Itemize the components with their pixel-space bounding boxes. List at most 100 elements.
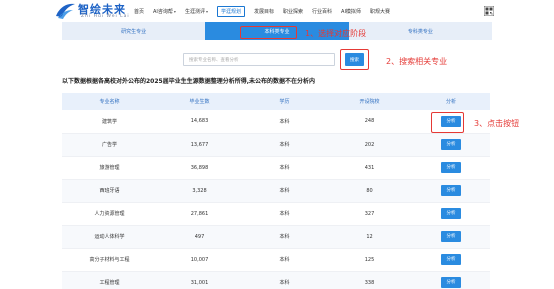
cell-degree: 本科 (242, 271, 327, 289)
tab-0[interactable]: 研究生专业 (62, 22, 205, 40)
logo-subtitle: Zhi Hui Wei Lai (81, 14, 130, 19)
cell-action: 分析 (412, 225, 490, 249)
analyze-button[interactable]: 分析 (441, 139, 461, 150)
cell-action: 分析 (412, 179, 490, 203)
cell-degree: 本科 (242, 110, 327, 134)
cell-action: 分析 (412, 248, 490, 272)
wing-logo-icon (56, 3, 75, 19)
cell-action: 分析 (412, 202, 490, 226)
cell-grads: 31,001 (157, 271, 242, 289)
logo[interactable]: 智绘未来 Zhi Hui Wei Lai (54, 1, 134, 21)
nav-item-6[interactable]: 行业百科 (312, 8, 332, 15)
cell-schools: 248 (327, 110, 412, 134)
cell-grads: 27,861 (157, 202, 242, 226)
cell-schools: 12 (327, 225, 412, 249)
cell-degree: 本科 (242, 156, 327, 180)
cell-degree: 本科 (242, 225, 327, 249)
data-description: 以下数据根据各高校对外公布的2025届毕业生生源数据整理分析所得,未公布的数据不… (62, 78, 315, 85)
cell-action: 分析 (412, 271, 490, 289)
cell-name: 西班牙语 (62, 179, 157, 203)
search-highlight-box (340, 49, 369, 70)
nav-item-1[interactable]: AI咨询帮 ▾ (153, 8, 176, 15)
cell-schools: 327 (327, 202, 412, 226)
nav-item-4[interactable]: 发展目标 (254, 8, 274, 15)
nav-item-label: 行业百科 (312, 8, 333, 15)
cell-degree: 本科 (242, 248, 327, 272)
table-body: 建筑学 14,683 本科 248 分析 广告学 13,677 本科 202 分析 旅游管理 36,8… (62, 110, 490, 289)
table-row: 高分子材料与工程 10,007 本科 125 分析 (62, 248, 490, 272)
main-nav: 首页 AI咨询帮 ▾ 生涯测评 ▾ 学涯规划 发展目标 职业探索 行业百科 AI模拟师 职规大赛 (134, 5, 399, 17)
major-table: 专业名称 毕业生数 学历 开设院校 分析 建筑学 14,683 本科 248 分析 广告学 13,6… (62, 93, 490, 289)
cell-schools: 202 (327, 133, 412, 157)
cell-grads: 13,677 (157, 133, 242, 157)
column-header: 毕业生数 (157, 93, 242, 110)
table-row: 旅游管理 36,898 本科 431 分析 (62, 156, 490, 180)
annotation-step3: 3、点击按钮 (474, 119, 520, 128)
cell-name: 旅游管理 (62, 156, 157, 180)
table-row: 工程管理 31,001 本科 338 分析 (62, 271, 490, 289)
search-input[interactable]: 搜索专业名称、查看分析 (183, 53, 335, 66)
column-header: 学历 (242, 93, 327, 110)
cell-grads: 3,328 (157, 179, 242, 203)
nav-item-label: AI咨询帮 (153, 8, 173, 15)
nav-item-label: 职业探索 (283, 8, 304, 15)
table-row: 人力资源管理 27,861 本科 327 分析 (62, 202, 490, 226)
analyze-button[interactable]: 分析 (441, 208, 461, 219)
cell-name: 高分子材料与工程 (62, 248, 157, 272)
column-header: 开设院校 (327, 93, 412, 110)
cell-schools: 338 (327, 271, 412, 289)
nav-item-0[interactable]: 首页 (134, 8, 144, 15)
cell-grads: 14,683 (157, 110, 242, 134)
tab-highlight-box (240, 26, 297, 39)
tab-2[interactable]: 专科类专业 (349, 22, 492, 40)
qr-code-icon[interactable] (484, 6, 494, 16)
column-header: 分析 (412, 93, 490, 110)
cell-name: 建筑学 (62, 110, 157, 134)
nav-item-label: 发展目标 (253, 8, 274, 15)
analyze-button[interactable]: 分析 (441, 231, 461, 242)
nav-item-5[interactable]: 职业探索 (283, 8, 303, 15)
cell-grads: 36,898 (157, 156, 242, 180)
button-highlight-box (431, 112, 464, 133)
cell-degree: 本科 (242, 179, 327, 203)
cell-schools: 80 (327, 179, 412, 203)
cell-name: 工程管理 (62, 271, 157, 289)
nav-item-label: 首页 (134, 8, 145, 15)
nav-item-label: AI模拟师 (341, 8, 361, 15)
nav-item-label: 职规大赛 (369, 8, 390, 15)
table-row: 建筑学 14,683 本科 248 分析 (62, 110, 490, 134)
analyze-button[interactable]: 分析 (441, 185, 461, 196)
analyze-button[interactable]: 分析 (441, 162, 461, 173)
cell-grads: 10,007 (157, 248, 242, 272)
cell-degree: 本科 (242, 133, 327, 157)
nav-item-7[interactable]: AI模拟师 (341, 8, 361, 15)
nav-item-label: 生涯测评 (184, 8, 205, 15)
cell-grads: 497 (157, 225, 242, 249)
analyze-button[interactable]: 分析 (441, 254, 461, 265)
search-placeholder: 搜索专业名称、查看分析 (189, 57, 239, 63)
chevron-down-icon: ▾ (173, 8, 176, 14)
annotation-step1: 1、选择对应阶段 (305, 29, 367, 38)
nav-item-8[interactable]: 职规大赛 (370, 8, 390, 15)
table-row: 广告学 13,677 本科 202 分析 (62, 133, 490, 157)
app-root: 智绘未来 Zhi Hui Wei Lai 首页 AI咨询帮 ▾ 生涯测评 ▾ 学涯规划 发展… (0, 0, 554, 289)
cell-schools: 125 (327, 248, 412, 272)
cell-degree: 本科 (242, 202, 327, 226)
cell-name: 运动人体科学 (62, 225, 157, 249)
chevron-down-icon: ▾ (205, 8, 208, 14)
table-row: 西班牙语 3,328 本科 80 分析 (62, 179, 490, 203)
cell-action: 分析 (412, 133, 490, 157)
table-row: 运动人体科学 497 本科 12 分析 (62, 225, 490, 249)
cell-name: 人力资源管理 (62, 202, 157, 226)
nav-item-3[interactable]: 学涯规划 (216, 5, 245, 17)
top-nav-bar: 智绘未来 Zhi Hui Wei Lai 首页 AI咨询帮 ▾ 生涯测评 ▾ 学涯规划 发展… (0, 0, 554, 22)
column-header: 专业名称 (62, 93, 157, 110)
nav-item-2[interactable]: 生涯测评 ▾ (185, 8, 208, 15)
nav-item-label: 学涯规划 (220, 8, 241, 15)
cell-action: 分析 (412, 156, 490, 180)
cell-name: 广告学 (62, 133, 157, 157)
cell-schools: 431 (327, 156, 412, 180)
table-header-row: 专业名称 毕业生数 学历 开设院校 分析 (62, 93, 490, 110)
analyze-button[interactable]: 分析 (441, 277, 461, 288)
annotation-step2: 2、搜索相关专业 (386, 57, 448, 66)
